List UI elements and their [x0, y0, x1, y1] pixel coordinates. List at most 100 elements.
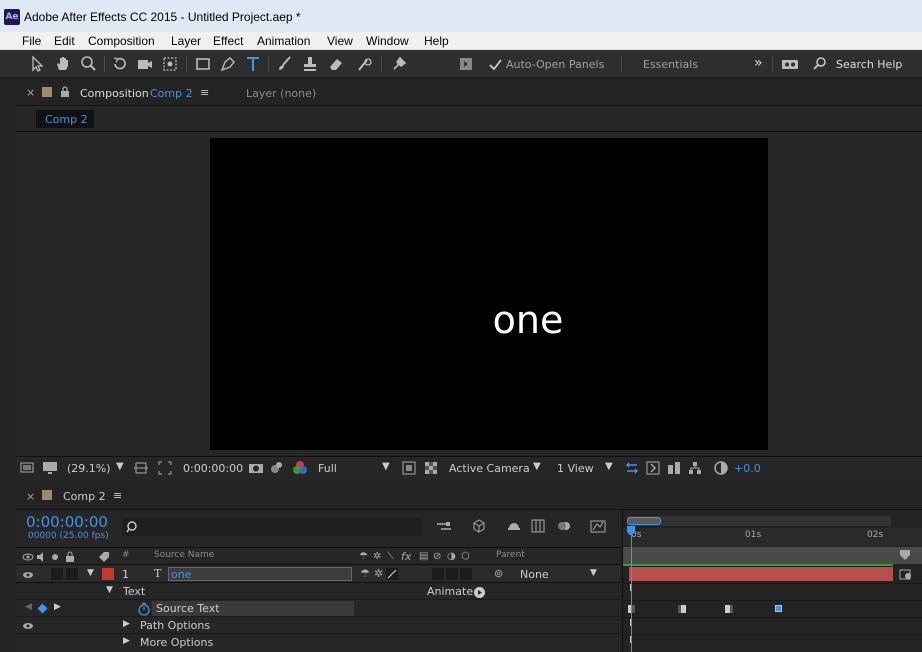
sync-settings-icon[interactable]: [780, 54, 800, 74]
close-timeline-icon[interactable]: ×: [26, 490, 35, 503]
toggle-pixel-aspect-icon[interactable]: [625, 461, 639, 475]
zoom-dropdown-icon[interactable]: ▼: [116, 461, 124, 472]
layer-row[interactable]: ▼ 1 T one ☂ ✲ ⊚ None ▼: [16, 566, 620, 583]
layer-solo-toggle[interactable]: [51, 568, 63, 580]
time-navigator-handle[interactable]: [627, 517, 661, 525]
selection-tool-icon[interactable]: [27, 54, 47, 74]
view-layout-dropdown-icon[interactable]: ▼: [605, 461, 613, 472]
layer-lock-toggle[interactable]: [66, 568, 78, 580]
canvas-text-layer[interactable]: one: [210, 298, 846, 342]
workspace-overflow-icon[interactable]: »: [754, 55, 763, 71]
prev-keyframe-icon[interactable]: ◀: [25, 602, 32, 612]
panel-toggle-icon[interactable]: [456, 54, 476, 74]
timeline-menu-icon[interactable]: ≡: [113, 489, 122, 502]
camera-tool-icon[interactable]: [135, 54, 155, 74]
lock-icon[interactable]: [60, 86, 70, 98]
camera-dropdown-icon[interactable]: ▼: [533, 461, 541, 472]
menu-edit[interactable]: Edit: [54, 34, 75, 48]
zoom-level[interactable]: (29.1%): [67, 462, 111, 475]
parent-select[interactable]: None: [520, 568, 549, 581]
layer-marker-icon[interactable]: [899, 567, 913, 581]
menu-composition[interactable]: Composition: [88, 34, 155, 48]
timeline-link-icon[interactable]: [667, 461, 681, 475]
layer-expand-icon[interactable]: ▼: [87, 568, 94, 578]
region-of-interest-icon[interactable]: [158, 461, 172, 475]
auto-open-checkbox[interactable]: [486, 55, 506, 75]
search-help[interactable]: Search Help: [836, 58, 902, 71]
layer-quality-switch[interactable]: [386, 568, 398, 580]
time-navigator[interactable]: [627, 516, 891, 526]
text-expand-icon[interactable]: ▼: [106, 585, 113, 595]
menu-animation[interactable]: Animation: [257, 34, 310, 48]
puppet-tool-icon[interactable]: [389, 54, 409, 74]
parent-dropdown-icon[interactable]: ▼: [590, 568, 597, 578]
animate-menu-icon[interactable]: [474, 587, 485, 598]
workspace-essentials[interactable]: Essentials: [643, 58, 698, 71]
close-panel-icon[interactable]: ×: [26, 86, 35, 99]
eraser-tool-icon[interactable]: [326, 54, 346, 74]
menu-window[interactable]: Window: [366, 34, 409, 48]
pick-whip-icon[interactable]: ⊚: [494, 567, 503, 580]
hold-keyframe[interactable]: [678, 605, 686, 613]
roto-brush-tool-icon[interactable]: [355, 54, 375, 74]
layer-3d-switch[interactable]: [460, 568, 472, 580]
layer-tab[interactable]: Layer (none): [246, 87, 316, 100]
next-keyframe-icon[interactable]: ▶: [54, 602, 61, 612]
fast-previews-icon[interactable]: [402, 461, 416, 475]
snapshot-icon[interactable]: [248, 461, 264, 475]
color-channels-icon[interactable]: [292, 460, 308, 476]
layer-duration-bar[interactable]: [629, 567, 893, 581]
rectangle-tool-icon[interactable]: [193, 54, 213, 74]
layer-collapse-switch[interactable]: ✲: [374, 567, 383, 580]
layer-shy-switch[interactable]: ☂: [360, 567, 370, 580]
panel-menu-icon[interactable]: ≡: [200, 86, 209, 99]
pen-tool-icon[interactable]: [218, 54, 238, 74]
menu-view[interactable]: View: [327, 34, 353, 48]
menu-help[interactable]: Help: [424, 34, 449, 48]
layer-search-input[interactable]: [122, 518, 422, 536]
composition-tab-label[interactable]: Composition: [80, 87, 149, 100]
layer-name-field[interactable]: one: [168, 567, 352, 581]
menu-file[interactable]: File: [22, 34, 41, 48]
exposure-reset-icon[interactable]: [713, 460, 729, 476]
layer-motion-blur-switch[interactable]: [432, 568, 444, 580]
layer-adjustment-switch[interactable]: [446, 568, 458, 580]
graph-editor-icon[interactable]: [590, 518, 606, 534]
brush-tool-icon[interactable]: [275, 54, 295, 74]
viewer-timecode[interactable]: 0:00:00:00: [183, 462, 243, 475]
resolution-select[interactable]: Full: [318, 462, 337, 475]
hold-keyframe[interactable]: [725, 605, 733, 613]
transparency-grid-icon[interactable]: [424, 461, 438, 475]
comp-breadcrumb-button[interactable]: Comp 2: [36, 110, 94, 128]
time-ruler[interactable]: 0s 01s 02s: [623, 528, 922, 546]
layer-visibility-icon[interactable]: [22, 569, 34, 581]
monitor-icon[interactable]: [42, 461, 58, 475]
view-layout-select[interactable]: 1 View: [557, 462, 594, 475]
rotation-tool-icon[interactable]: [110, 54, 130, 74]
source-text-field[interactable]: Source Text: [152, 601, 354, 616]
composition-mini-flowchart-icon[interactable]: [436, 520, 452, 534]
type-tool-icon[interactable]: [243, 54, 263, 74]
path-options-expand-icon[interactable]: ▶: [123, 619, 130, 629]
fast-draft-icon[interactable]: [646, 461, 660, 475]
timeline-tab-label[interactable]: Comp 2: [63, 490, 106, 503]
clone-stamp-tool-icon[interactable]: [300, 54, 320, 74]
timeline-timecode[interactable]: 0:00:00:00: [26, 513, 108, 531]
motion-blur-icon[interactable]: [556, 518, 572, 534]
draft-3d-icon[interactable]: [471, 518, 487, 534]
work-area-bar[interactable]: [623, 547, 922, 564]
menu-effect[interactable]: Effect: [213, 34, 243, 48]
resolution-grid-icon[interactable]: [134, 461, 148, 475]
pan-behind-tool-icon[interactable]: [160, 54, 180, 74]
selected-keyframe[interactable]: [775, 605, 782, 612]
composition-canvas[interactable]: one: [210, 138, 768, 450]
hand-tool-icon[interactable]: [53, 54, 73, 74]
search-icon[interactable]: [810, 54, 830, 74]
add-keyframe-icon[interactable]: [37, 603, 48, 614]
always-preview-icon[interactable]: [20, 461, 34, 475]
stopwatch-icon[interactable]: [137, 602, 151, 616]
hide-shy-layers-icon[interactable]: [506, 518, 522, 534]
show-snapshot-icon[interactable]: [268, 461, 284, 475]
more-options-row[interactable]: ▶ More Options: [16, 635, 620, 651]
path-options-row[interactable]: ▶ Path Options: [16, 618, 620, 634]
